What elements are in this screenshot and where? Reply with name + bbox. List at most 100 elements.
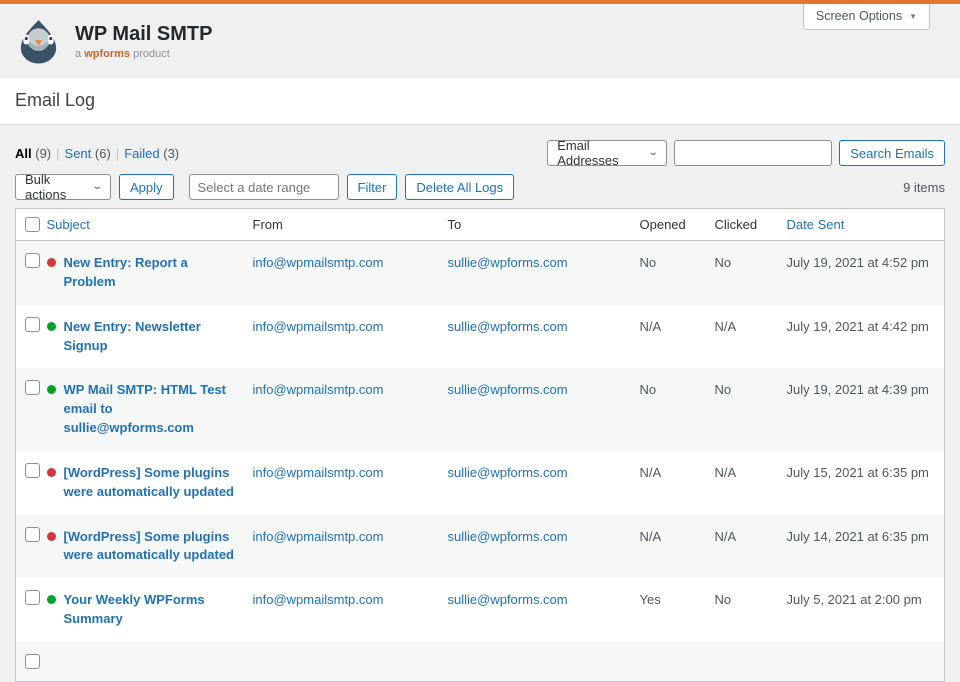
status-dot xyxy=(47,322,56,331)
status-dot xyxy=(47,385,56,394)
to-link[interactable]: sullie@wpforms.com xyxy=(448,319,568,334)
search-by-select[interactable]: Email Addresses ⌄ xyxy=(547,140,667,166)
view-failed-link[interactable]: Failed (3) xyxy=(124,146,179,161)
search-group: Email Addresses ⌄ Search Emails xyxy=(547,140,945,166)
screen-options-label: Screen Options xyxy=(816,9,902,23)
column-header-date-sent[interactable]: Date Sent xyxy=(787,217,845,232)
table-row-partial xyxy=(16,642,945,681)
from-link[interactable]: info@wpmailsmtp.com xyxy=(253,255,384,270)
email-log-table: Subject From To Opened Clicked Date Sent… xyxy=(15,208,945,682)
date-range-input[interactable] xyxy=(189,174,339,200)
plugin-title: WP Mail SMTP xyxy=(75,23,212,45)
plugin-title-block: WP Mail SMTP a wpforms product xyxy=(75,23,212,60)
opened-value: No xyxy=(640,241,715,305)
row-checkbox[interactable] xyxy=(25,317,40,332)
plugin-tagline: a wpforms product xyxy=(75,48,212,60)
subject-link[interactable]: WP Mail SMTP: HTML Test email to sullie@… xyxy=(64,381,237,438)
subject-link[interactable]: New Entry: Newsletter Signup xyxy=(64,318,237,356)
chevron-down-icon: ⌄ xyxy=(648,148,659,158)
date-filter-group: Filter Delete All Logs xyxy=(189,174,515,200)
row-checkbox[interactable] xyxy=(25,253,40,268)
subject-link[interactable]: New Entry: Report a Problem xyxy=(64,254,237,292)
row-checkbox[interactable] xyxy=(25,590,40,605)
status-dot xyxy=(47,532,56,541)
subject-link[interactable]: [WordPress] Some plugins were automatica… xyxy=(64,464,237,502)
bulk-actions-group: Bulk actions ⌄ Apply Filter Delete All L… xyxy=(15,174,514,200)
clicked-value: No xyxy=(715,578,787,642)
view-separator: | xyxy=(116,146,119,161)
row-checkbox[interactable] xyxy=(25,380,40,395)
status-dot xyxy=(47,258,56,267)
page-title: Email Log xyxy=(15,90,945,111)
date-sent-value: July 19, 2021 at 4:42 pm xyxy=(787,305,945,369)
email-log-content: All (9) | Sent (6) | Failed (3) Email Addres… xyxy=(0,125,960,682)
clicked-value: N/A xyxy=(715,305,787,369)
chevron-down-icon: ▼ xyxy=(909,12,917,21)
wpforms-brand: wpforms xyxy=(84,48,130,60)
opened-value: Yes xyxy=(640,578,715,642)
table-row: Your Weekly WPForms Summary info@wpmails… xyxy=(16,578,945,642)
wp-mail-smtp-logo-icon xyxy=(15,18,62,65)
table-header-row: Subject From To Opened Clicked Date Sent xyxy=(16,209,945,241)
view-sent-link[interactable]: Sent (6) xyxy=(65,146,111,161)
tagline-prefix: a xyxy=(75,48,81,60)
clicked-value: No xyxy=(715,368,787,451)
from-link[interactable]: info@wpmailsmtp.com xyxy=(253,529,384,544)
to-link[interactable]: sullie@wpforms.com xyxy=(448,465,568,480)
from-link[interactable]: info@wpmailsmtp.com xyxy=(253,382,384,397)
view-separator: | xyxy=(56,146,59,161)
column-header-clicked: Clicked xyxy=(715,209,787,241)
filter-views: All (9) | Sent (6) | Failed (3) xyxy=(15,146,179,161)
chevron-down-icon: ⌄ xyxy=(91,182,102,192)
opened-value: N/A xyxy=(640,515,715,579)
date-sent-value: July 14, 2021 at 6:35 pm xyxy=(787,515,945,579)
clicked-value: N/A xyxy=(715,451,787,515)
search-by-selected-option: Email Addresses xyxy=(557,138,635,168)
opened-value: N/A xyxy=(640,451,715,515)
from-link[interactable]: info@wpmailsmtp.com xyxy=(253,319,384,334)
from-link[interactable]: info@wpmailsmtp.com xyxy=(253,465,384,480)
column-header-opened: Opened xyxy=(640,209,715,241)
column-header-from: From xyxy=(253,209,448,241)
clicked-value: No xyxy=(715,241,787,305)
table-row: [WordPress] Some plugins were automatica… xyxy=(16,451,945,515)
to-link[interactable]: sullie@wpforms.com xyxy=(448,382,568,397)
screen-options-button[interactable]: Screen Options ▼ xyxy=(803,4,930,30)
select-all-checkbox[interactable] xyxy=(25,217,40,232)
search-emails-button[interactable]: Search Emails xyxy=(839,140,945,166)
row-checkbox[interactable] xyxy=(25,463,40,478)
bulk-actions-select[interactable]: Bulk actions ⌄ xyxy=(15,174,111,200)
toolbar-bottom: Bulk actions ⌄ Apply Filter Delete All L… xyxy=(15,174,945,200)
table-row: New Entry: Report a Problem info@wpmails… xyxy=(16,241,945,305)
bulk-actions-selected-option: Bulk actions xyxy=(25,172,79,202)
to-link[interactable]: sullie@wpforms.com xyxy=(448,529,568,544)
toolbar-top: All (9) | Sent (6) | Failed (3) Email Addres… xyxy=(15,140,945,166)
from-link[interactable]: info@wpmailsmtp.com xyxy=(253,592,384,607)
date-sent-value: July 19, 2021 at 4:39 pm xyxy=(787,368,945,451)
view-all-link[interactable]: All (9) xyxy=(15,146,51,161)
date-sent-value: July 19, 2021 at 4:52 pm xyxy=(787,241,945,305)
filter-button[interactable]: Filter xyxy=(347,174,398,200)
to-link[interactable]: sullie@wpforms.com xyxy=(448,592,568,607)
date-sent-value: July 5, 2021 at 2:00 pm xyxy=(787,578,945,642)
delete-all-logs-button[interactable]: Delete All Logs xyxy=(405,174,514,200)
opened-value: No xyxy=(640,368,715,451)
row-checkbox[interactable] xyxy=(25,527,40,542)
subject-link[interactable]: Your Weekly WPForms Summary xyxy=(64,591,237,629)
column-header-to: To xyxy=(448,209,640,241)
table-row: New Entry: Newsletter Signup info@wpmail… xyxy=(16,305,945,369)
status-dot xyxy=(47,595,56,604)
row-checkbox[interactable] xyxy=(25,654,40,669)
column-header-subject[interactable]: Subject xyxy=(47,217,90,232)
table-row: [WordPress] Some plugins were automatica… xyxy=(16,515,945,579)
apply-button[interactable]: Apply xyxy=(119,174,174,200)
opened-value: N/A xyxy=(640,305,715,369)
status-dot xyxy=(47,468,56,477)
to-link[interactable]: sullie@wpforms.com xyxy=(448,255,568,270)
date-sent-value: July 15, 2021 at 6:35 pm xyxy=(787,451,945,515)
subject-link[interactable]: [WordPress] Some plugins were automatica… xyxy=(64,528,237,566)
items-count: 9 items xyxy=(903,180,945,195)
search-input[interactable] xyxy=(674,140,832,166)
page-title-bar: Email Log xyxy=(0,78,960,125)
table-row: WP Mail SMTP: HTML Test email to sullie@… xyxy=(16,368,945,451)
